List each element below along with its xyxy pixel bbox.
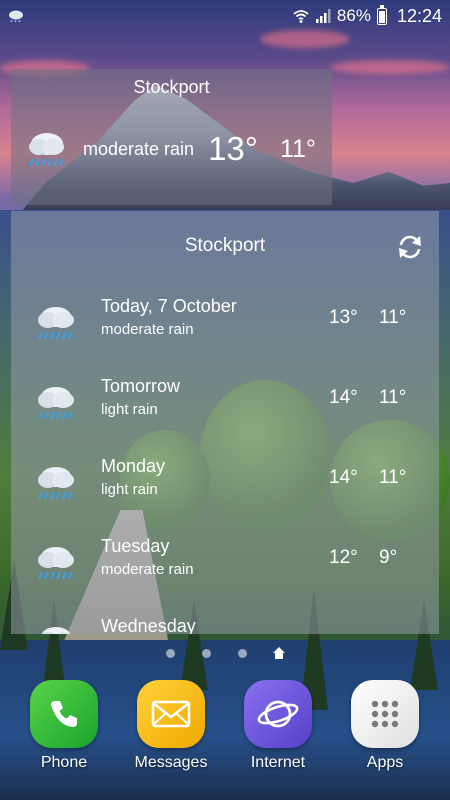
forecast-day-name: Tuesday — [101, 536, 170, 556]
page-dot[interactable] — [166, 649, 175, 658]
forecast-day-condition: light rain — [101, 401, 158, 418]
apps-grid-icon — [351, 680, 419, 748]
forecast-low-temp: 11° — [379, 467, 407, 488]
rain-cloud-icon — [37, 547, 74, 580]
app-internet[interactable]: Internet — [228, 680, 328, 772]
forecast-day-name: Wednesday — [101, 616, 196, 634]
rain-cloud-icon — [37, 467, 74, 500]
forecast-day-condition: moderate rain — [101, 321, 194, 338]
app-label-apps: Apps — [366, 754, 404, 771]
forecast-low-temp: 11° — [379, 387, 407, 408]
rain-cloud-icon — [41, 627, 71, 634]
forecast-high-temp: 14° — [329, 387, 358, 408]
app-label-messages: Messages — [134, 754, 208, 771]
status-bar: 86% 12:24 — [0, 0, 450, 32]
forecast-row[interactable]: Today, 7 October moderate rain 13° 11° — [11, 296, 439, 376]
app-phone[interactable]: Phone — [14, 680, 114, 772]
internet-planet-icon — [244, 680, 312, 748]
forecast-widget[interactable]: Stockport Today, 7 October moderate rain 1… — [11, 211, 439, 634]
wifi-icon — [293, 10, 309, 23]
app-messages[interactable]: Messages — [121, 680, 221, 772]
widget-high-temp: 13° — [208, 130, 258, 167]
forecast-low-temp: 9° — [379, 547, 398, 568]
app-label-phone: Phone — [40, 754, 88, 771]
home-page-icon[interactable] — [272, 646, 286, 660]
page-dot[interactable] — [202, 649, 211, 658]
forecast-day-name: Tomorrow — [101, 376, 181, 396]
forecast-row[interactable]: Monday light rain 14° 11° — [11, 456, 439, 536]
rain-cloud-icon — [28, 133, 65, 167]
app-label-internet: Internet — [250, 754, 306, 771]
signal-icon — [315, 9, 331, 23]
widget-low-temp: 11° — [279, 134, 316, 163]
forecast-day-name: Monday — [101, 456, 166, 476]
forecast-high-temp: 14° — [329, 467, 358, 488]
current-weather-widget[interactable]: Stockport moderate rain 13° 11° — [11, 69, 332, 205]
forecast-day-condition: light rain — [101, 481, 158, 498]
envelope-icon — [137, 680, 205, 748]
forecast-day-name: Today, 7 October — [101, 296, 237, 316]
battery-percent: 86% — [336, 6, 371, 25]
widget-condition: moderate rain — [83, 138, 195, 159]
phone-icon — [30, 680, 98, 748]
page-indicator[interactable] — [0, 646, 450, 662]
forecast-low-temp: 11° — [379, 307, 407, 328]
forecast-row[interactable]: Tomorrow light rain 14° 11° — [11, 376, 439, 456]
forecast-high-temp: 13° — [329, 307, 358, 328]
app-dock: Phone Messages Internet Apps — [0, 680, 450, 780]
rain-cloud-icon — [37, 307, 74, 340]
app-apps[interactable]: Apps — [335, 680, 435, 772]
widget-city: Stockport — [133, 77, 210, 97]
page-dot[interactable] — [238, 649, 247, 658]
forecast-row[interactable]: Tuesday moderate rain 12° 9° — [11, 536, 439, 616]
battery-icon — [376, 4, 387, 25]
forecast-high-temp: 12° — [329, 547, 358, 568]
forecast-day-condition: moderate rain — [101, 561, 194, 578]
rain-cloud-icon — [37, 387, 74, 420]
clock: 12:24 — [396, 5, 442, 26]
forecast-city: Stockport — [184, 235, 266, 256]
refresh-icon[interactable] — [395, 233, 425, 261]
forecast-row[interactable]: Wednesday — [11, 616, 439, 634]
weather-notification-icon — [9, 10, 23, 23]
